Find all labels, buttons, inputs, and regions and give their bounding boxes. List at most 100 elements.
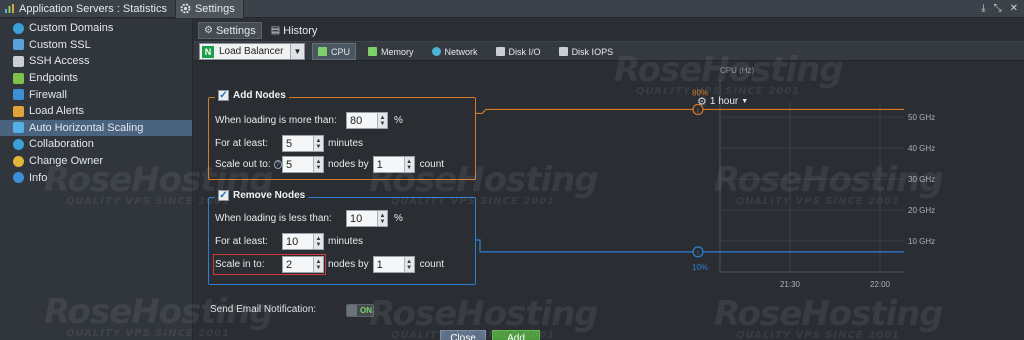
stepper-arrows-icon[interactable]: ▲ ▼: [377, 113, 387, 128]
remove-loading-stepper[interactable]: 10 ▲ ▼: [346, 210, 388, 227]
add-loading-label: When loading is more than:: [215, 115, 337, 126]
tab-network-label: Network: [444, 46, 478, 57]
main-panel: ⚙ Settings ▤ History N Load Balancer ▼ CPU…: [44, 19, 1024, 340]
add-atleast-stepper[interactable]: 5 ▲ ▼: [282, 135, 324, 152]
tab-memory[interactable]: Memory: [362, 43, 420, 60]
tab-history[interactable]: ▤ History: [265, 22, 324, 39]
y-tick-label: 40 GHz: [908, 144, 935, 153]
info-icon: [13, 172, 24, 184]
window-titlebar: Application Servers : Statistics Setting…: [0, 0, 1024, 18]
remove-scale-stepper[interactable]: 2 ▲ ▼: [282, 256, 324, 273]
remove-count-value[interactable]: 1: [374, 257, 404, 272]
add-loading-stepper[interactable]: 80 ▲ ▼: [346, 112, 388, 129]
threshold-remove-label: 10%: [692, 263, 708, 272]
tab-settings[interactable]: ⚙ Settings: [198, 22, 262, 39]
add-nodes-by-label: nodes by: [328, 159, 369, 170]
stepper-arrows-icon[interactable]: ▲ ▼: [313, 136, 323, 151]
tab-memory-label: Memory: [381, 46, 414, 57]
add-scale-label-wrap: Scale out to:?: [215, 159, 282, 170]
toggle-knob: [347, 305, 357, 316]
tab-settings-window[interactable]: Settings: [174, 0, 244, 18]
email-notification-toggle[interactable]: ON: [346, 304, 374, 317]
remove-atleast-unit: minutes: [328, 236, 364, 247]
chevron-down-icon[interactable]: ▼: [290, 44, 304, 59]
add-nodes-fieldset: ✓ Add Nodes When loading is more than: 8…: [208, 90, 476, 180]
domains-icon: [13, 22, 24, 34]
sidebar-item-custom-ssl[interactable]: Custom SSL: [0, 37, 192, 54]
sidebar-item-label: Auto Horizontal Scaling: [29, 121, 144, 134]
restore-icon[interactable]: ⤡: [994, 3, 1002, 14]
stepper-arrows-icon[interactable]: ▲ ▼: [403, 257, 414, 272]
stepper-arrows-icon[interactable]: ▲ ▼: [313, 257, 323, 272]
node-group-select[interactable]: N Load Balancer ▼: [199, 43, 305, 60]
minimize-icon[interactable]: ⤓: [981, 3, 985, 14]
tab-disk-iops-label: Disk IOPS: [571, 46, 614, 57]
tab-cpu[interactable]: CPU: [312, 43, 357, 60]
add-count-stepper[interactable]: 1 ▲ ▼: [372, 156, 415, 173]
stepper-arrows-icon[interactable]: ▲ ▼: [313, 234, 323, 249]
remove-loading-value[interactable]: 10: [347, 211, 377, 226]
remove-nodes-fieldset: ✓ Remove Nodes When loading is less than…: [208, 190, 476, 285]
sidebar-item-info[interactable]: Info: [0, 169, 192, 186]
remove-scale-value[interactable]: 2: [283, 257, 313, 272]
sidebar-item-auto-horizontal-scaling[interactable]: Auto Horizontal Scaling: [0, 119, 192, 137]
stepper-arrows-icon[interactable]: ▲ ▼: [403, 157, 414, 172]
metrics-toolbar: N Load Balancer ▼ CPU Memory Network Dis…: [194, 41, 1024, 61]
tab-network[interactable]: Network: [426, 43, 484, 60]
tab-statistics[interactable]: Application Servers : Statistics: [0, 0, 175, 18]
threshold-remove-line: [476, 239, 904, 253]
gear-icon: ⚙: [697, 96, 707, 108]
add-loading-value[interactable]: 80: [347, 113, 377, 128]
tab-cpu-label: CPU: [331, 46, 351, 57]
remove-count-stepper[interactable]: 1 ▲ ▼: [372, 256, 415, 273]
remove-atleast-value[interactable]: 10: [283, 234, 313, 249]
cpu-chart-svg: CPU (Hz) 50 GHz 40 GHz 30 GHz 20 GHz 10 GHz 21…: [476, 66, 935, 289]
y-tick-label: 10 GHz: [908, 237, 935, 246]
y-tick-label: 30 GHz: [908, 175, 935, 184]
x-tick-label: 21:30: [780, 280, 801, 289]
add-scale-stepper[interactable]: 5 ▲ ▼: [282, 156, 324, 173]
sidebar-item-label: Load Alerts: [29, 105, 85, 118]
time-range-select[interactable]: ⚙ 1 hour ▼: [697, 95, 748, 108]
scaling-icon: [13, 122, 24, 134]
tab-disk-io[interactable]: Disk I/O: [490, 43, 547, 60]
sidebar-item-label: Collaboration: [29, 138, 94, 151]
remove-loading-label: When loading is less than:: [215, 213, 332, 224]
sidebar-item-load-alerts[interactable]: Load Alerts: [0, 103, 192, 120]
sidebar-item-change-owner[interactable]: Change Owner: [0, 153, 192, 170]
add-atleast-value[interactable]: 5: [283, 136, 313, 151]
sidebar-item-custom-domains[interactable]: Custom Domains: [0, 20, 192, 37]
stepper-arrows-icon[interactable]: ▲ ▼: [377, 211, 387, 226]
help-icon[interactable]: ?: [273, 160, 282, 169]
caret-down-icon: ▼: [741, 98, 749, 105]
sidebar-item-firewall[interactable]: Firewall: [0, 86, 192, 103]
add-scale-value[interactable]: 5: [283, 157, 313, 172]
sidebar-item-endpoints[interactable]: Endpoints: [0, 70, 192, 87]
collaboration-icon: [13, 138, 24, 150]
tab-settings-window-label: Settings: [194, 2, 235, 15]
memory-icon: [368, 47, 378, 56]
ssl-icon: [13, 39, 24, 51]
panel-tabs: ⚙ Settings ▤ History: [198, 22, 323, 39]
stepper-arrows-icon[interactable]: ▲ ▼: [313, 157, 323, 172]
y-tick-label: 20 GHz: [908, 206, 935, 215]
remove-nodes-checkbox[interactable]: ✓: [218, 190, 229, 201]
add-count-label: count: [419, 159, 445, 170]
window-controls: ⤓ ⤡ ✕: [981, 3, 1024, 14]
metric-tabs: CPU Memory Network Disk I/O Disk IOPS: [312, 43, 619, 60]
load-alerts-icon: [13, 105, 24, 117]
add-count-value[interactable]: 1: [374, 157, 404, 172]
sidebar-item-ssh-access[interactable]: SSH Access: [0, 53, 192, 70]
threshold-remove-handle-glyph: ↕: [696, 250, 700, 257]
add-loading-row: When loading is more than: 80 ▲ ▼ %: [215, 112, 403, 129]
endpoints-icon: [13, 72, 24, 84]
tab-disk-iops[interactable]: Disk IOPS: [553, 43, 620, 60]
add-nodes-checkbox[interactable]: ✓: [218, 90, 229, 101]
sidebar-item-label: Info: [29, 171, 48, 184]
sidebar-item-collaboration[interactable]: Collaboration: [0, 136, 192, 153]
disk-io-icon: [495, 47, 505, 56]
tab-history-label: History: [283, 24, 318, 37]
remove-atleast-stepper[interactable]: 10 ▲ ▼: [282, 233, 324, 250]
close-icon[interactable]: ✕: [1010, 3, 1018, 14]
sidebar-item-label: Custom SSL: [29, 38, 91, 51]
